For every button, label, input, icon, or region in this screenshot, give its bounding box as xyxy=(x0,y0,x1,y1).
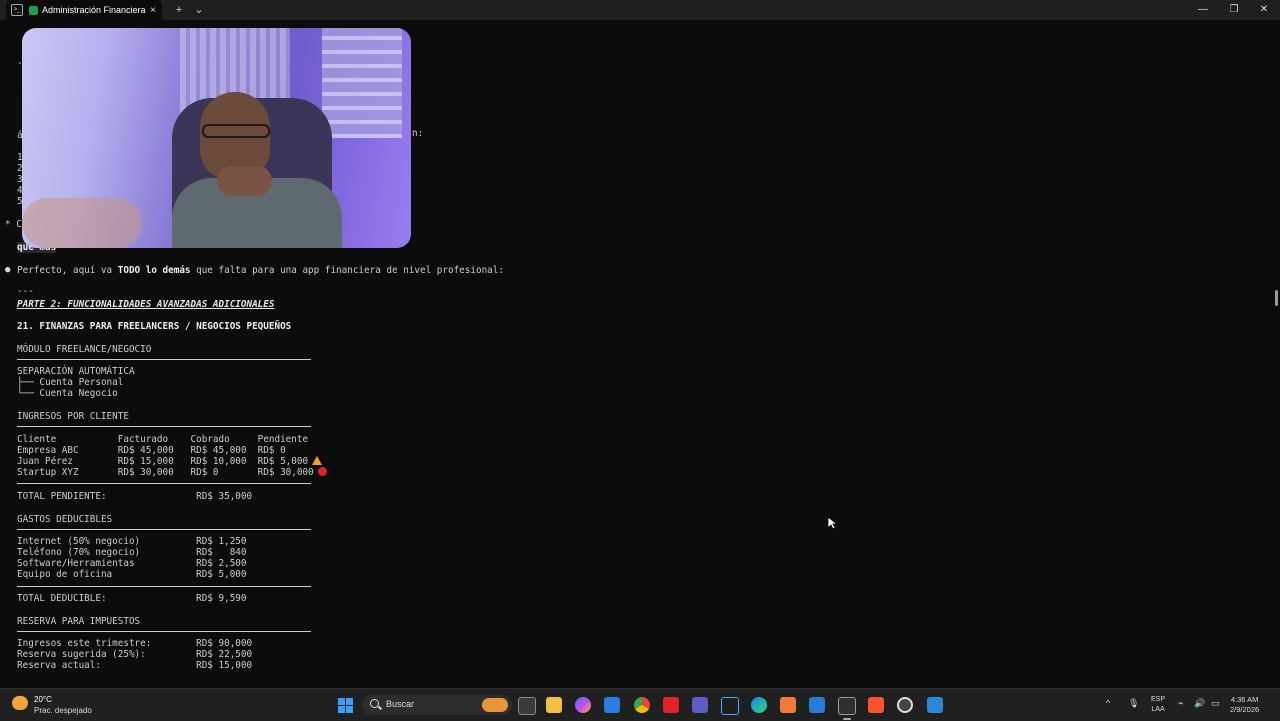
vivaldi-icon[interactable] xyxy=(663,697,679,713)
auto-separation-item: ├── Cuenta Personal xyxy=(17,377,124,388)
azure-icon[interactable] xyxy=(721,697,739,715)
module-title: MÓDULO FREELANCE/NEGOCIO xyxy=(17,344,152,355)
volume-icon[interactable]: 🔊 xyxy=(1194,698,1205,709)
divider xyxy=(17,529,311,530)
deductible-row: Teléfono (70% negocio) RD$ 840 xyxy=(17,547,247,558)
photos-icon[interactable] xyxy=(927,697,943,713)
taskbar: 20°C Prac. despejado Buscar ^ 🎙 ESP LAA ⌁… xyxy=(0,688,1280,721)
notepad-icon[interactable] xyxy=(809,697,825,713)
tax-reserve-title: RESERVA PARA IMPUESTOS xyxy=(17,616,141,627)
close-tab-icon[interactable]: × xyxy=(150,5,156,16)
task-view-icon[interactable] xyxy=(518,697,536,715)
language-indicator[interactable]: ESP LAA xyxy=(1151,695,1165,715)
warning-icon xyxy=(312,456,323,465)
webcam-person-hand xyxy=(217,166,272,196)
search-placeholder: Buscar xyxy=(386,699,415,709)
weather-icon[interactable] xyxy=(12,696,28,710)
divider xyxy=(17,631,311,632)
clients-table-row: Empresa ABC RD$ 45,000 RD$ 45,000 RD$ 0 xyxy=(17,445,286,456)
edge-icon[interactable] xyxy=(751,697,767,713)
clock[interactable]: 4:36 AM 2/9/2026 xyxy=(1230,695,1259,715)
copilot-icon[interactable] xyxy=(575,697,591,713)
divider xyxy=(17,359,311,360)
deductible-row: Internet (50% negocio) RD$ 1,250 xyxy=(17,536,247,547)
webcam-person-glasses xyxy=(202,124,270,138)
scrollbar-thumb[interactable] xyxy=(1275,290,1278,306)
divider xyxy=(17,426,311,427)
terminal-taskbar-icon[interactable] xyxy=(838,697,856,720)
reply-text: Perfecto, aquí va TODO lo demás que falt… xyxy=(17,265,504,276)
total-deductible: TOTAL DEDUCIBLE: RD$ 9,590 xyxy=(17,593,247,604)
reply-bullet: ● xyxy=(5,265,11,275)
search-icon xyxy=(370,699,379,708)
auto-separation-title: SEPARACIÓN AUTOMÁTICA xyxy=(17,366,135,377)
auto-separation-item: └── Cuenta Negocio xyxy=(17,388,118,399)
title-bar: >_ Administración Financiera × + ⌄ — ❐ ✕ xyxy=(0,0,1280,20)
terminal-icon: >_ xyxy=(11,4,23,16)
finance-app-icon xyxy=(29,5,38,15)
partial-status: * C xyxy=(5,219,22,230)
weather-desc[interactable]: Prac. despejado xyxy=(34,706,92,715)
partial-fragment: n: xyxy=(412,128,424,139)
tab-administracion-financiera[interactable]: >_ Administración Financiera × xyxy=(6,0,162,20)
tab-dropdown-button[interactable]: ⌄ xyxy=(192,2,206,18)
teams-icon[interactable] xyxy=(692,697,708,713)
divider xyxy=(17,483,311,484)
clients-table-header: Cliente Facturado Cobrado Pendiente xyxy=(17,434,309,445)
clients-table-row: Startup XYZ RD$ 30,000 RD$ 0 RD$ 30,000 xyxy=(17,467,327,478)
outlook-icon[interactable] xyxy=(604,697,620,713)
weather-temp[interactable]: 20°C xyxy=(34,695,52,704)
taskbar-search[interactable]: Buscar xyxy=(362,695,512,715)
tax-reserve-row: Reserva actual: RD$ 15,000 xyxy=(17,660,253,671)
red-circle-icon xyxy=(317,467,327,476)
microphone-icon[interactable]: 🎙 xyxy=(1128,698,1139,709)
deductible-row: Equipo de oficina RD$ 5,000 xyxy=(17,569,247,580)
file-explorer-icon[interactable] xyxy=(546,697,562,713)
tax-reserve-row: Ingresos este trimestre: RD$ 90,000 xyxy=(17,638,253,649)
webcam-blurred-arm xyxy=(22,198,142,248)
windows-start-icon[interactable] xyxy=(338,698,353,713)
divider xyxy=(17,586,311,587)
tray-chevron-icon[interactable]: ^ xyxy=(1106,698,1110,708)
deductible-row: Software/Herramientas RD$ 2,500 xyxy=(17,558,247,569)
clients-table-row: Juan Pérez RD$ 15,000 RD$ 10,000 RD$ 5,0… xyxy=(17,456,323,467)
tax-reserve-row: Reserva sugerida (25%): RD$ 22,500 xyxy=(17,649,253,660)
section-heading: 21. FINANZAS PARA FREELANCERS / NEGOCIOS… xyxy=(17,321,292,332)
brave-icon[interactable] xyxy=(868,697,884,713)
search-highlight-icon xyxy=(482,698,508,712)
new-tab-button[interactable]: + xyxy=(172,2,186,18)
maximize-button[interactable]: ❐ xyxy=(1218,0,1250,20)
separator: --- xyxy=(17,286,34,297)
webcam-background-shelf xyxy=(322,28,402,138)
tab-title: Administración Financiera xyxy=(42,5,146,15)
xampp-icon[interactable] xyxy=(780,697,796,713)
chatgpt-icon[interactable] xyxy=(897,697,913,713)
mouse-cursor-icon xyxy=(827,516,837,530)
webcam-overlay xyxy=(22,28,411,248)
total-pending: TOTAL PENDIENTE: RD$ 35,000 xyxy=(17,491,253,502)
battery-icon[interactable]: ▭ xyxy=(1211,698,1220,709)
close-window-button[interactable]: ✕ xyxy=(1248,0,1280,20)
chrome-icon[interactable] xyxy=(634,697,650,713)
deductibles-title: GASTOS DEDUCIBLES xyxy=(17,514,113,525)
minimize-button[interactable]: — xyxy=(1187,0,1219,20)
part-heading: PARTE 2: FUNCIONALIDADES AVANZADAS ADICI… xyxy=(17,299,275,310)
clients-title: INGRESOS POR CLIENTE xyxy=(17,411,129,422)
network-icon[interactable]: ⌁ xyxy=(1178,698,1183,709)
